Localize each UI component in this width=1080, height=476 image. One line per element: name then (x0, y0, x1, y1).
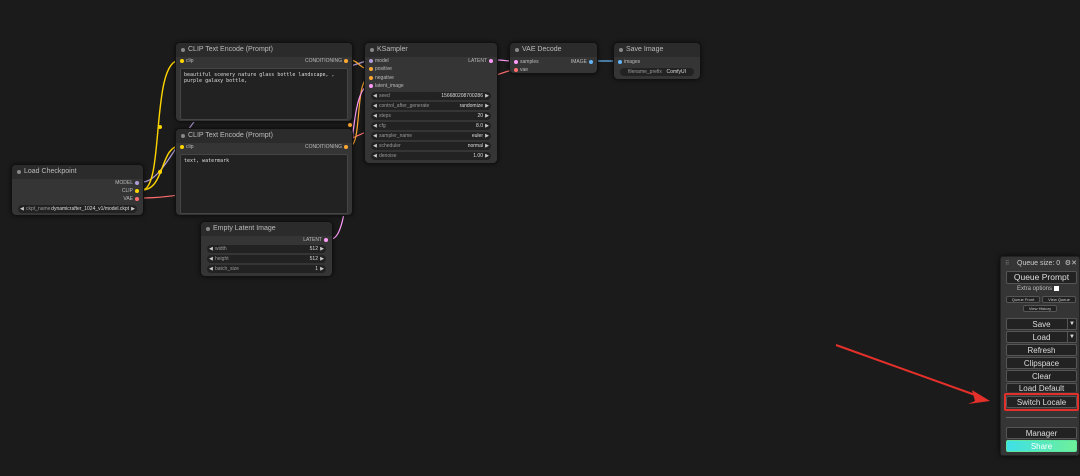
close-icon[interactable]: ✕ (1071, 259, 1077, 267)
node-title: CLIP Text Encode (Prompt) (188, 132, 273, 139)
prompt-textarea[interactable]: beautiful scenery nature glass bottle la… (180, 68, 348, 120)
input-latent-image[interactable]: latent_image (367, 82, 404, 90)
extra-options-toggle[interactable]: Extra options (1017, 286, 1060, 292)
node-collapse-dot[interactable] (17, 170, 21, 174)
node-load-checkpoint[interactable]: Load Checkpoint MODEL CLIP VAE ◀ ckpt_na… (11, 164, 144, 216)
menu-divider (1006, 417, 1077, 418)
control-after-generate-widget[interactable]: ◀ control_after_generate randomize ▶ (371, 102, 491, 110)
clear-button[interactable]: Clear (1006, 370, 1077, 382)
output-conditioning[interactable]: CONDITIONING (305, 143, 350, 151)
steps-widget[interactable]: ◀ steps 20 ▶ (371, 112, 491, 120)
input-images[interactable]: images (616, 58, 640, 66)
load-button[interactable]: Load ▼ (1006, 331, 1077, 343)
node-vae-decode[interactable]: VAE Decode samples vae IMAGE (509, 42, 598, 74)
input-negative[interactable]: negative (367, 74, 394, 82)
node-collapse-dot[interactable] (181, 48, 185, 52)
cfg-widget[interactable]: ◀ cfg 8.0 ▶ (371, 122, 491, 130)
node-title: CLIP Text Encode (Prompt) (188, 46, 273, 53)
node-collapse-dot[interactable] (181, 134, 185, 138)
load-default-button[interactable]: Load Default (1006, 383, 1077, 392)
save-button[interactable]: Save ▼ (1006, 318, 1077, 330)
input-model[interactable]: model (367, 57, 389, 65)
highlight-box (1004, 393, 1079, 411)
width-widget[interactable]: ◀ width 512 ▶ (207, 245, 326, 253)
node-collapse-dot[interactable] (619, 48, 623, 52)
node-collapse-dot[interactable] (370, 48, 374, 52)
manager-button[interactable]: Manager (1006, 427, 1077, 439)
gear-icon[interactable]: ⚙ (1065, 259, 1071, 267)
node-graph-canvas[interactable]: Load Checkpoint MODEL CLIP VAE ◀ ckpt_na… (0, 0, 1080, 476)
node-clip-text-encode-negative[interactable]: CLIP Text Encode (Prompt) clip CONDITION… (175, 128, 353, 216)
scheduler-widget[interactable]: ◀ scheduler normal ▶ (371, 142, 491, 150)
node-title: Save Image (626, 46, 664, 53)
filename-prefix-widget[interactable]: filename_prefix ComfyUI (620, 68, 694, 76)
node-title: KSampler (377, 46, 408, 53)
batch-size-widget[interactable]: ◀ batch_size 1 ▶ (207, 265, 326, 273)
queue-size-label: Queue size: 0 (1017, 260, 1061, 267)
height-widget[interactable]: ◀ height 512 ▶ (207, 255, 326, 263)
view-history-button[interactable]: View History (1023, 305, 1057, 312)
node-title: VAE Decode (522, 46, 562, 53)
queue-front-button[interactable]: Queue Front (1006, 296, 1040, 303)
extra-options-checkbox[interactable] (1054, 286, 1060, 291)
node-empty-latent-image[interactable]: Empty Latent Image LATENT ◀ width 512 ▶ ◀ he… (200, 221, 333, 277)
output-latent[interactable]: LATENT (468, 57, 495, 65)
node-title: Empty Latent Image (213, 225, 276, 232)
menu-header: ⠿ Queue size: 0 ⚙ ✕ (1001, 257, 1079, 271)
output-conditioning[interactable]: CONDITIONING (305, 57, 350, 65)
output-image[interactable]: IMAGE (571, 58, 595, 66)
queue-prompt-button[interactable]: Queue Prompt (1006, 271, 1077, 284)
input-clip[interactable]: clip (178, 57, 194, 65)
output-model[interactable]: MODEL (115, 179, 141, 187)
refresh-button[interactable]: Refresh (1006, 344, 1077, 356)
node-collapse-dot[interactable] (515, 48, 519, 52)
chevron-down-icon[interactable]: ▼ (1067, 332, 1076, 342)
input-samples[interactable]: samples (512, 58, 539, 66)
node-save-image[interactable]: Save Image images filename_prefix ComfyUI (613, 42, 701, 80)
output-latent[interactable]: LATENT (303, 236, 330, 244)
node-ksampler[interactable]: KSampler model positive negative latent_… (364, 42, 498, 164)
output-vae[interactable]: VAE (123, 195, 141, 203)
comfy-menu-panel: ⠿ Queue size: 0 ⚙ ✕ Queue Prompt Extra o… (1000, 256, 1080, 456)
denoise-widget[interactable]: ◀ denoise 1.00 ▶ (371, 152, 491, 160)
arrow-left-icon[interactable]: ◀ (20, 205, 24, 213)
output-clip[interactable]: CLIP (122, 187, 141, 195)
node-title: Load Checkpoint (24, 168, 77, 175)
input-vae[interactable]: vae (512, 66, 528, 73)
sampler-name-widget[interactable]: ◀ sampler_name euler ▶ (371, 132, 491, 140)
node-collapse-dot[interactable] (206, 227, 210, 231)
share-button[interactable]: Share (1006, 440, 1077, 452)
node-clip-text-encode-positive[interactable]: CLIP Text Encode (Prompt) clip CONDITION… (175, 42, 353, 122)
ckpt-name-combo[interactable]: ◀ ckpt_name dynamicrafter_1024_v1/model.… (18, 205, 137, 213)
arrow-right-icon[interactable]: ▶ (131, 205, 135, 213)
drag-handle-icon[interactable]: ⠿ (1005, 260, 1009, 267)
chevron-down-icon[interactable]: ▼ (1067, 319, 1076, 329)
input-clip[interactable]: clip (178, 143, 194, 151)
prompt-textarea[interactable]: text, watermark (180, 154, 348, 214)
input-positive[interactable]: positive (367, 65, 392, 73)
clipspace-button[interactable]: Clipspace (1006, 357, 1077, 369)
view-queue-button[interactable]: View Queue (1042, 296, 1076, 303)
seed-widget[interactable]: ◀ seed 156680208700286 ▶ (371, 92, 491, 100)
